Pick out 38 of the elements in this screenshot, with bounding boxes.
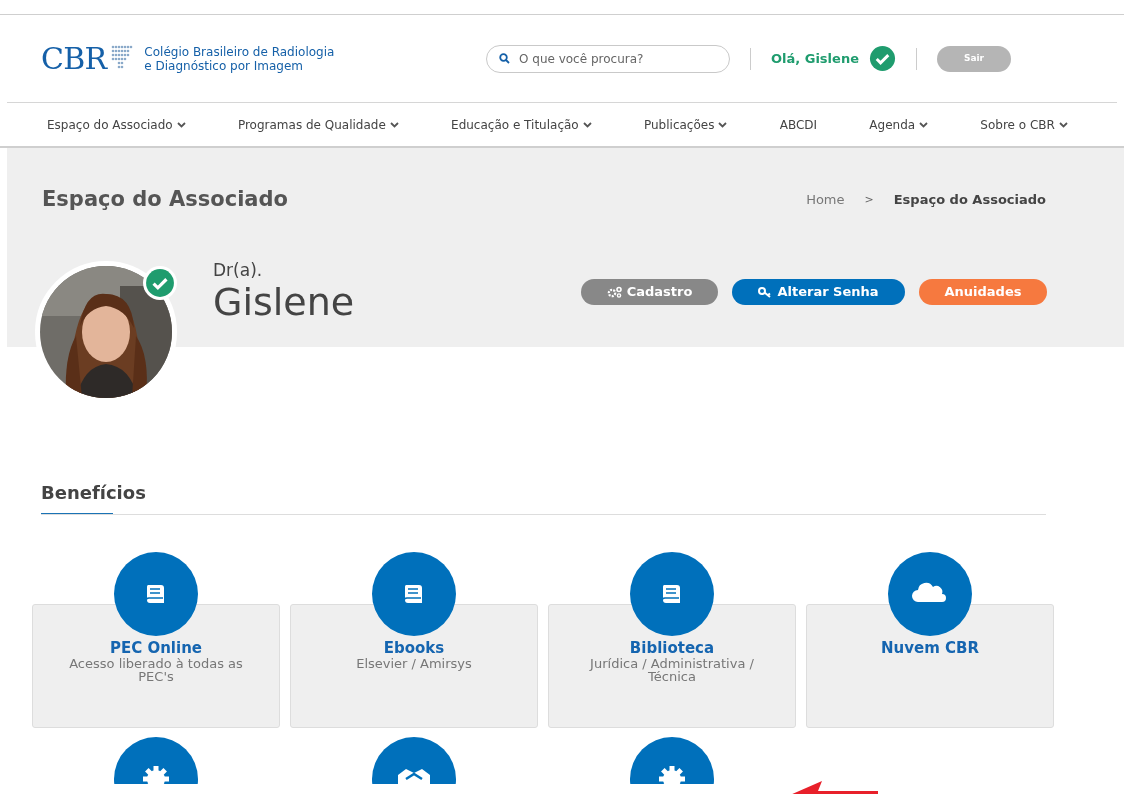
search-field[interactable]: O que você procura? — [486, 44, 730, 73]
book-icon — [630, 552, 714, 636]
name-prefix: Dr(a). — [213, 259, 264, 280]
nav-link[interactable]: Educação e Titulação — [451, 115, 579, 134]
nav-link[interactable]: ABCDI — [779, 115, 818, 134]
benefit-card[interactable]: Biblioteca Jurídica / Administrativa / Técnica — [548, 604, 796, 728]
section-title: Benefícios — [41, 481, 147, 505]
benefit-title: PEC Online — [109, 640, 202, 657]
benefit-description: Jurídica / Administrativa / Técnica — [588, 657, 755, 683]
benefit-description: Elsevier / Amirsys — [355, 657, 473, 670]
benefit-title: Biblioteca — [629, 640, 715, 657]
page-title: Espaço do Associado — [42, 186, 288, 213]
benefit-title: Nuvem CBR — [881, 640, 979, 657]
search-icon — [499, 52, 510, 64]
gears-icon — [606, 285, 623, 298]
cloud-icon — [888, 552, 972, 636]
logo-text[interactable]: CBR — [41, 43, 107, 74]
breadcrumb-link[interactable]: Espaço do Associado — [893, 190, 1046, 210]
nav-link[interactable]: Sobre o CBR — [980, 115, 1055, 134]
action-button[interactable]: Alterar Senha — [732, 278, 905, 305]
benefit-description: Acesso liberado à todas as PEC's — [68, 657, 244, 683]
greeting-text: Olá, Gislene — [771, 49, 859, 68]
nav-link[interactable]: Programas de Qualidade — [237, 115, 386, 134]
breadcrumb-link[interactable]: Home — [806, 190, 845, 210]
nav-link[interactable]: Publicações — [643, 115, 715, 134]
breadcrumb-separator: > — [864, 191, 874, 208]
benefit-title: Ebooks — [383, 640, 445, 657]
nav-link[interactable]: Espaço do Associado — [47, 115, 173, 134]
benefit-card[interactable]: Nuvem CBR — [806, 604, 1054, 728]
benefit-card[interactable]: PEC Online Acesso liberado à todas as PEC's — [32, 604, 280, 728]
org-name: Colégio Brasileiro de Radiologia — [144, 44, 335, 59]
benefit-card[interactable]: Ebooks Elsevier / Amirsys — [290, 604, 538, 728]
nav-link[interactable]: Agenda — [869, 115, 916, 134]
org-name: e Diagnóstico por Imagem — [144, 58, 304, 73]
book-icon — [372, 552, 456, 636]
action-button[interactable]: Cadastro — [581, 278, 718, 305]
book-icon — [114, 552, 198, 636]
member-name: Gislene — [213, 279, 355, 324]
